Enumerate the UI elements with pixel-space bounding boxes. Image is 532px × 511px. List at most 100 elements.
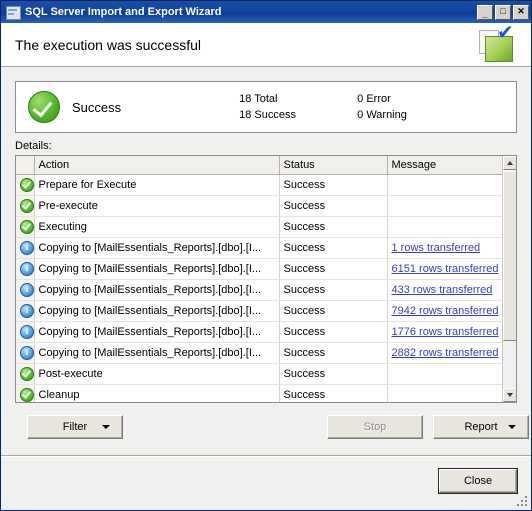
table-row[interactable]: Post-execute Success <box>16 363 505 385</box>
table-row[interactable]: i Copying to [MailEssentials_Reports].[db… <box>16 279 505 301</box>
column-header-action[interactable]: Action <box>34 156 280 175</box>
row-icon-cell: i <box>16 237 35 259</box>
header-banner: The execution was successful ✔ <box>1 23 531 67</box>
row-message-cell[interactable]: 1 rows transferred <box>387 237 505 259</box>
row-status-cell: Success <box>279 384 388 402</box>
scroll-up-button[interactable] <box>503 156 516 170</box>
details-label: Details: <box>15 140 52 152</box>
stop-button-label: Stop <box>363 421 387 433</box>
row-status-cell: Success <box>279 174 388 196</box>
row-status-cell: Success <box>279 321 388 343</box>
close-button-label: Close <box>463 475 493 487</box>
chevron-up-icon <box>507 161 513 165</box>
column-header-icon[interactable] <box>16 156 35 175</box>
row-action-cell: Post-execute <box>34 363 280 385</box>
summary-stats: 18 Total 18 Success 0 Error 0 Warning <box>239 93 516 121</box>
row-icon-cell <box>16 384 35 402</box>
row-message-cell[interactable]: 6151 rows transferred <box>387 258 505 280</box>
wizard-window: SQL Server Import and Export Wizard _ □ … <box>0 0 532 511</box>
row-success-icon <box>20 199 33 213</box>
chevron-down-icon <box>508 425 516 429</box>
table-row[interactable]: i Copying to [MailEssentials_Reports].[db… <box>16 300 505 322</box>
rows-transferred-link[interactable]: 433 rows transferred <box>392 284 493 296</box>
table-row[interactable]: Executing Success <box>16 216 505 238</box>
table-row[interactable]: Cleanup Success <box>16 384 505 402</box>
row-success-icon <box>20 178 33 192</box>
column-header-message[interactable]: Message <box>387 156 505 175</box>
rows-transferred-link[interactable]: 1776 rows transferred <box>392 326 499 338</box>
rows-transferred-link[interactable]: 6151 rows transferred <box>392 263 499 275</box>
row-message-cell <box>387 216 505 238</box>
details-grid[interactable]: Action Status Message Prepare for Execut… <box>15 155 517 403</box>
row-action-cell: Copying to [MailEssentials_Reports].[dbo… <box>34 300 280 322</box>
scroll-thumb[interactable] <box>503 171 516 341</box>
resize-grip[interactable] <box>517 496 529 508</box>
row-success-icon <box>20 388 33 402</box>
rows-transferred-link[interactable]: 1 rows transferred <box>392 242 481 254</box>
filter-button[interactable]: Filter <box>27 415 123 439</box>
rows-transferred-link[interactable]: 2882 rows transferred <box>392 347 499 359</box>
row-info-icon: i <box>20 346 33 360</box>
row-message-cell <box>387 384 505 402</box>
minimize-button[interactable]: _ <box>477 4 493 20</box>
warning-count: 0 Warning <box>357 109 407 121</box>
table-row[interactable]: Pre-execute Success <box>16 195 505 217</box>
maximize-icon: □ <box>500 5 506 16</box>
row-action-cell: Executing <box>34 216 280 238</box>
row-success-icon <box>20 220 33 234</box>
scroll-down-button[interactable] <box>503 388 516 402</box>
row-action-cell: Cleanup <box>34 384 280 402</box>
row-action-cell: Copying to [MailEssentials_Reports].[dbo… <box>34 342 280 364</box>
green-check-circle-icon <box>28 91 60 123</box>
column-header-status[interactable]: Status <box>279 156 388 175</box>
wizard-icon <box>5 4 21 20</box>
row-info-icon: i <box>20 325 33 339</box>
report-button[interactable]: Report <box>433 415 529 439</box>
details-table: Action Status Message Prepare for Execut… <box>16 156 505 402</box>
row-action-cell: Copying to [MailEssentials_Reports].[dbo… <box>34 258 280 280</box>
grid-vertical-scrollbar[interactable] <box>502 156 516 402</box>
summary-panel: Success 18 Total 18 Success 0 Error 0 Wa… <box>15 81 517 133</box>
window-title: SQL Server Import and Export Wizard <box>25 6 222 18</box>
row-message-cell[interactable]: 2882 rows transferred <box>387 342 505 364</box>
close-window-button[interactable]: ✕ <box>513 4 529 20</box>
table-row[interactable]: i Copying to [MailEssentials_Reports].[db… <box>16 258 505 280</box>
body-panel: Success 18 Total 18 Success 0 Error 0 Wa… <box>1 67 531 510</box>
row-icon-cell: i <box>16 279 35 301</box>
row-icon-cell <box>16 174 35 196</box>
row-message-cell <box>387 174 505 196</box>
row-action-cell: Prepare for Execute <box>34 174 280 196</box>
table-row[interactable]: i Copying to [MailEssentials_Reports].[db… <box>16 342 505 364</box>
row-info-icon: i <box>20 283 33 297</box>
footer-divider-highlight <box>1 456 531 457</box>
wizard-art-icon: ✔ <box>477 21 523 64</box>
table-row[interactable]: i Copying to [MailEssentials_Reports].[db… <box>16 321 505 343</box>
chevron-down-icon <box>102 425 110 429</box>
row-message-cell[interactable]: 7942 rows transferred <box>387 300 505 322</box>
row-action-cell: Copying to [MailEssentials_Reports].[dbo… <box>34 321 280 343</box>
row-status-cell: Success <box>279 258 388 280</box>
row-info-icon: i <box>20 304 33 318</box>
table-row[interactable]: Prepare for Execute Success <box>16 174 505 196</box>
maximize-button[interactable]: □ <box>495 4 511 20</box>
row-info-icon: i <box>20 241 33 255</box>
row-message-cell[interactable]: 433 rows transferred <box>387 279 505 301</box>
row-status-cell: Success <box>279 195 388 217</box>
close-button[interactable]: Close <box>439 469 517 493</box>
row-status-cell: Success <box>279 363 388 385</box>
row-action-cell: Copying to [MailEssentials_Reports].[dbo… <box>34 279 280 301</box>
row-message-cell[interactable]: 1776 rows transferred <box>387 321 505 343</box>
row-status-cell: Success <box>279 342 388 364</box>
row-icon-cell: i <box>16 258 35 280</box>
table-row[interactable]: i Copying to [MailEssentials_Reports].[db… <box>16 237 505 259</box>
rows-transferred-link[interactable]: 7942 rows transferred <box>392 305 499 317</box>
blue-check-icon: ✔ <box>497 21 514 44</box>
title-bar: SQL Server Import and Export Wizard _ □ … <box>1 1 531 23</box>
row-info-icon: i <box>20 262 33 276</box>
stop-button: Stop <box>327 415 423 439</box>
row-icon-cell <box>16 363 35 385</box>
row-success-icon <box>20 367 33 381</box>
row-message-cell <box>387 363 505 385</box>
report-button-label: Report <box>464 421 498 433</box>
table-header-row: Action Status Message <box>16 156 505 175</box>
